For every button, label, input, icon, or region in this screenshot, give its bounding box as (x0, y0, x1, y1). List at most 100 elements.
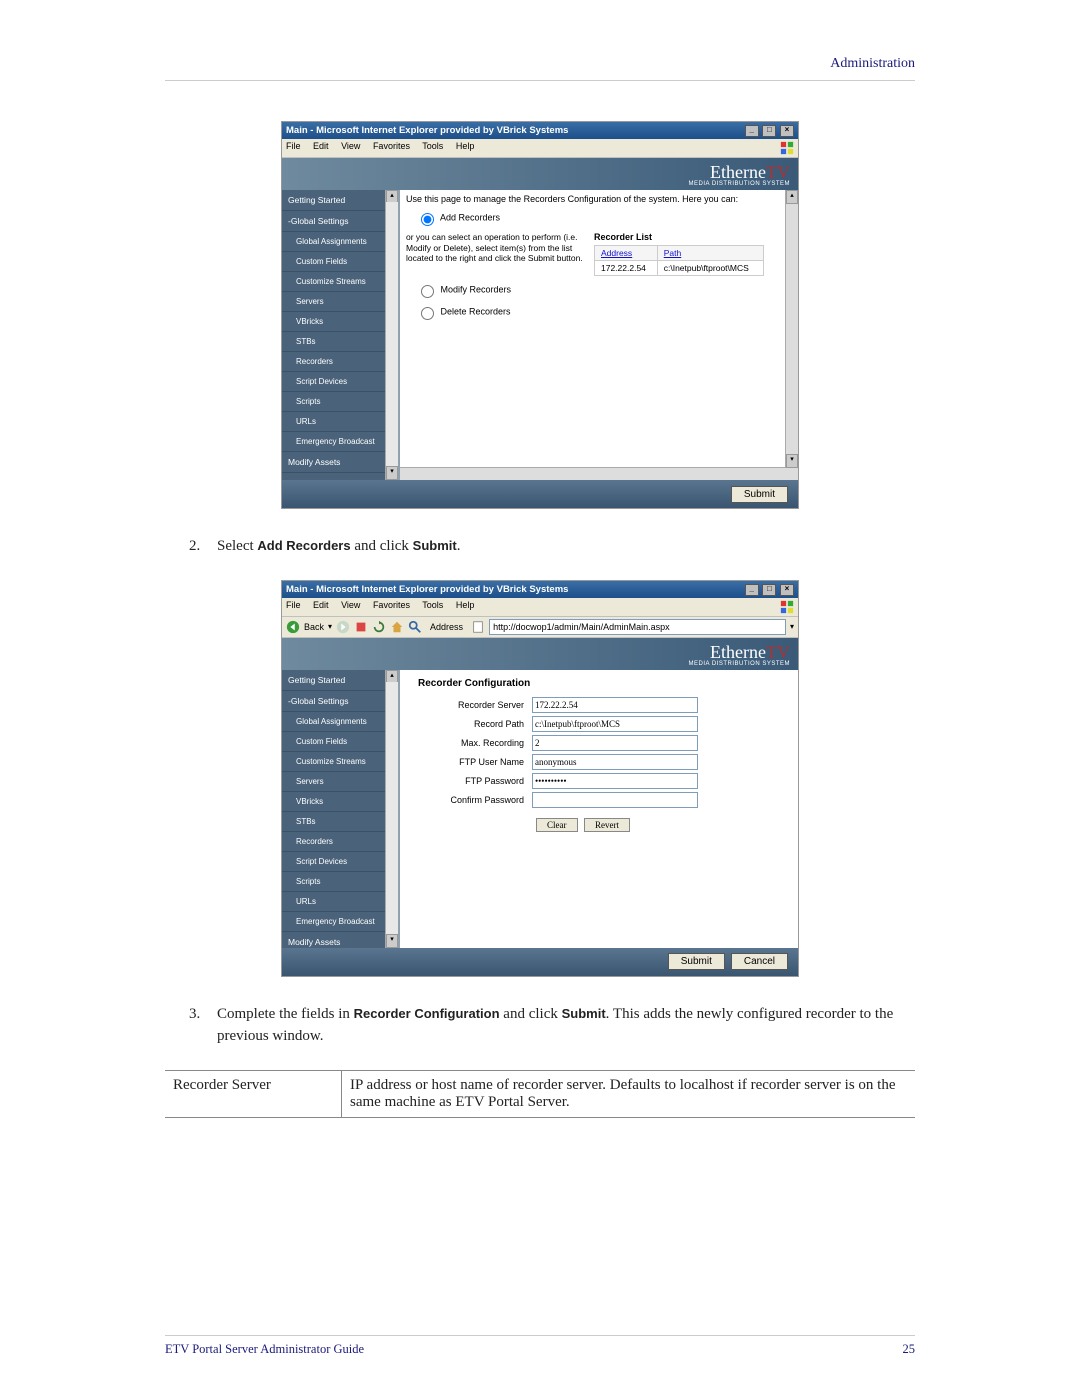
content-vscrollbar[interactable]: ▴ ▾ (785, 190, 798, 480)
back-icon[interactable] (286, 620, 300, 634)
menu-view[interactable]: View (341, 141, 360, 151)
sidebar-item-script-devices[interactable]: Script Devices (282, 372, 398, 392)
instruction-step-3: 3. Complete the fields in Recorder Confi… (189, 1003, 915, 1048)
sidebar-item-global-assignments[interactable]: Global Assignments (282, 232, 398, 252)
clear-button[interactable]: Clear (536, 818, 578, 832)
sidebar-item-modify-assets[interactable]: Modify Assets (282, 452, 398, 473)
sidebar-item-access-control[interactable]: Access Control (282, 473, 398, 480)
forward-icon[interactable] (336, 620, 350, 634)
sidebar-item-script-devices[interactable]: Script Devices (282, 852, 398, 872)
sidebar-item-urls[interactable]: URLs (282, 892, 398, 912)
radio-delete-recorders[interactable] (421, 307, 434, 320)
back-label[interactable]: Back (304, 622, 324, 632)
brand-banner: EtherneTV MEDIA DISTRIBUTION SYSTEM (282, 638, 798, 670)
input-max-recording[interactable] (532, 735, 698, 751)
sidebar-scrollbar[interactable]: ▴ ▾ (385, 670, 398, 948)
minimize-button[interactable]: _ (745, 584, 759, 596)
sidebar-item-stbs[interactable]: STBs (282, 812, 398, 832)
revert-button[interactable]: Revert (584, 818, 630, 832)
sidebar-item-modify-assets[interactable]: Modify Assets (282, 932, 398, 948)
input-ftp-password[interactable] (532, 773, 698, 789)
input-recorder-server[interactable] (532, 697, 698, 713)
radio-modify-label: Modify Recorders (441, 284, 512, 294)
content-hscrollbar[interactable] (400, 467, 786, 480)
sidebar-item-global-settings[interactable]: -Global Settings (282, 211, 398, 232)
menu-tools[interactable]: Tools (422, 600, 443, 610)
brand-subtitle: MEDIA DISTRIBUTION SYSTEM (282, 661, 790, 667)
table-row[interactable]: 172.22.2.54 c:\Inetpub\ftproot\MCS (595, 261, 764, 276)
radio-add-recorders[interactable] (421, 213, 434, 226)
step-number: 3. (189, 1003, 217, 1048)
sidebar-item-servers[interactable]: Servers (282, 772, 398, 792)
col-path[interactable]: Path (657, 246, 763, 261)
refresh-icon[interactable] (372, 620, 386, 634)
menu-view[interactable]: View (341, 600, 360, 610)
submit-button[interactable]: Submit (668, 953, 725, 970)
window-title: Main - Microsoft Internet Explorer provi… (286, 584, 568, 595)
close-button[interactable]: × (780, 125, 794, 137)
close-button[interactable]: × (780, 584, 794, 596)
sidebar-item-custom-fields[interactable]: Custom Fields (282, 732, 398, 752)
maximize-button[interactable]: □ (762, 584, 776, 596)
menu-tools[interactable]: Tools (422, 141, 443, 151)
radio-modify-recorders[interactable] (421, 285, 434, 298)
col-address[interactable]: Address (595, 246, 658, 261)
sidebar-scrollbar[interactable]: ▴ ▾ (385, 190, 398, 480)
search-icon[interactable] (408, 620, 422, 634)
menu-help[interactable]: Help (456, 600, 475, 610)
label-record-path: Record Path (418, 719, 532, 729)
menu-edit[interactable]: Edit (313, 600, 329, 610)
cancel-button[interactable]: Cancel (731, 953, 788, 970)
sidebar-item-emergency[interactable]: Emergency Broadcast (282, 432, 398, 452)
scroll-up-icon[interactable]: ▴ (786, 190, 798, 204)
input-ftp-user[interactable] (532, 754, 698, 770)
sidebar-item-emergency[interactable]: Emergency Broadcast (282, 912, 398, 932)
input-record-path[interactable] (532, 716, 698, 732)
menu-help[interactable]: Help (456, 141, 475, 151)
menu-file[interactable]: File (286, 600, 301, 610)
sidebar-item-customize-streams[interactable]: Customize Streams (282, 272, 398, 292)
menu-file[interactable]: File (286, 141, 301, 151)
scroll-down-icon[interactable]: ▾ (786, 454, 798, 468)
menu-favorites[interactable]: Favorites (373, 600, 410, 610)
input-confirm-password[interactable] (532, 792, 698, 808)
sidebar-item-scripts[interactable]: Scripts (282, 872, 398, 892)
recorder-list-table: Address Path 172.22.2.54 c:\Inetpub\ftpr… (594, 245, 764, 276)
content-pane: Recorder Configuration Recorder Server R… (400, 670, 798, 948)
sidebar-item-recorders[interactable]: Recorders (282, 352, 398, 372)
menu-edit[interactable]: Edit (313, 141, 329, 151)
sidebar-item-vbricks[interactable]: VBricks (282, 792, 398, 812)
window-controls: _ □ × (744, 583, 794, 596)
back-dropdown-icon[interactable]: ▾ (328, 622, 332, 631)
sidebar-item-stbs[interactable]: STBs (282, 332, 398, 352)
address-dropdown-icon[interactable]: ▾ (790, 622, 794, 631)
maximize-button[interactable]: □ (762, 125, 776, 137)
sidebar-item-custom-fields[interactable]: Custom Fields (282, 252, 398, 272)
scroll-down-icon[interactable]: ▾ (386, 934, 398, 948)
sidebar-item-urls[interactable]: URLs (282, 412, 398, 432)
page-footer: ETV Portal Server Administrator Guide 25 (165, 1335, 915, 1357)
minimize-button[interactable]: _ (745, 125, 759, 137)
label-ftp-user: FTP User Name (418, 757, 532, 767)
scroll-down-icon[interactable]: ▾ (386, 466, 398, 480)
sidebar-item-vbricks[interactable]: VBricks (282, 312, 398, 332)
sidebar-item-servers[interactable]: Servers (282, 292, 398, 312)
menubar: File Edit View Favorites Tools Help (282, 598, 798, 617)
sidebar-item-global-assignments[interactable]: Global Assignments (282, 712, 398, 732)
parameter-table: Recorder Server IP address or host name … (165, 1070, 915, 1118)
stop-icon[interactable] (354, 620, 368, 634)
sidebar-item-recorders[interactable]: Recorders (282, 832, 398, 852)
sidebar-item-getting-started[interactable]: Getting Started (282, 190, 398, 211)
submit-button[interactable]: Submit (731, 486, 788, 503)
home-icon[interactable] (390, 620, 404, 634)
address-input[interactable] (489, 619, 786, 635)
sidebar-item-global-settings[interactable]: -Global Settings (282, 691, 398, 712)
sidebar-item-customize-streams[interactable]: Customize Streams (282, 752, 398, 772)
sidebar-item-scripts[interactable]: Scripts (282, 392, 398, 412)
menu-favorites[interactable]: Favorites (373, 141, 410, 151)
screenshot-recorder-config: Main - Microsoft Internet Explorer provi… (281, 580, 799, 977)
toolbar: Back ▾ Address ▾ (282, 617, 798, 638)
window-titlebar: Main - Microsoft Internet Explorer provi… (282, 581, 798, 598)
screenshot-recorders-list: Main - Microsoft Internet Explorer provi… (281, 121, 799, 509)
sidebar-item-getting-started[interactable]: Getting Started (282, 670, 398, 691)
